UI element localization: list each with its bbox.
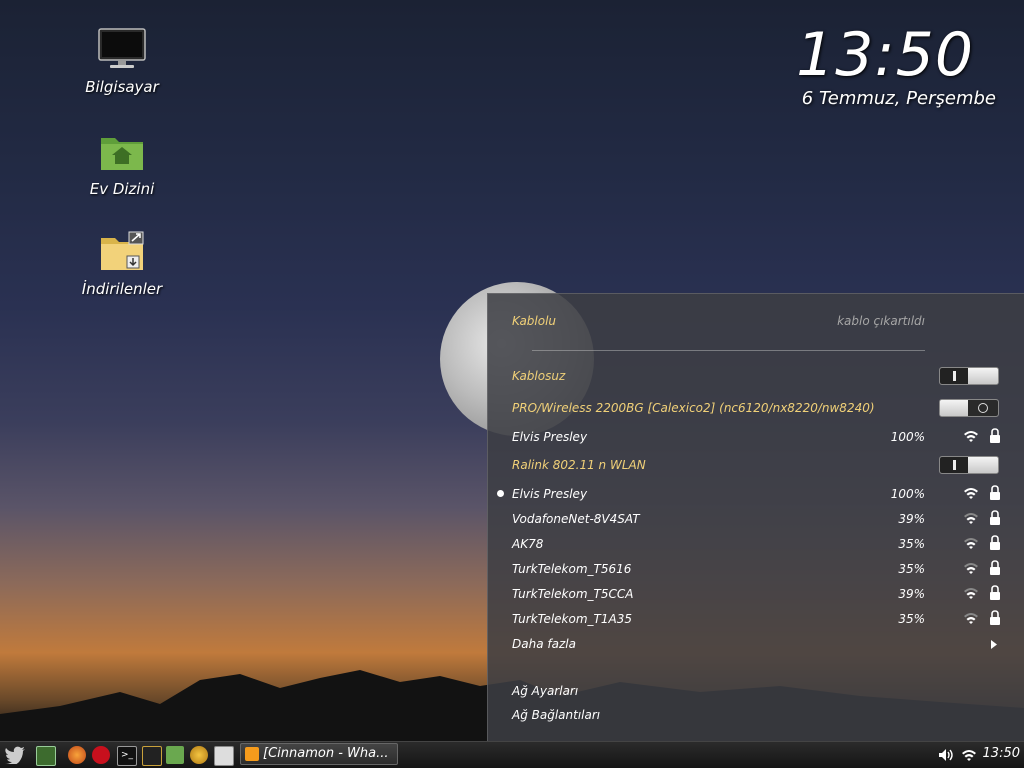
lock-icon: [990, 428, 1000, 443]
network-item[interactable]: Elvis Presley 100%: [512, 427, 1024, 447]
volume-icon[interactable]: [938, 748, 956, 762]
wireless-section[interactable]: Kablosuz: [512, 366, 1024, 386]
network-menu: Kablolu kablo çıkartıldı Kablosuz PRO/Wi…: [487, 293, 1024, 743]
screenshot-icon[interactable]: [214, 746, 234, 766]
desktop-icon-label: İndirilenler: [81, 280, 163, 298]
network-signal-percent: 100%: [890, 487, 925, 501]
window-app-icon: [245, 747, 259, 761]
wifi-signal-icon: [964, 431, 978, 442]
lock-icon: [990, 485, 1000, 500]
network-item[interactable]: TurkTelekom_T5616 35%: [512, 559, 1024, 579]
network-name: Elvis Presley: [512, 487, 588, 501]
network-name: Elvis Presley: [512, 430, 588, 444]
wifi-signal-icon: [964, 538, 978, 549]
network-item[interactable]: TurkTelekom_T5CCA 39%: [512, 584, 1024, 604]
network-name: VodafoneNet-8V4SAT: [512, 512, 640, 526]
lock-icon: [990, 610, 1000, 625]
adapter-ralink[interactable]: Ralink 802.11 n WLAN: [512, 455, 1024, 475]
more-label: Daha fazla: [512, 637, 576, 651]
twitter-icon[interactable]: [4, 746, 26, 764]
taskbar: >_ [Cinnamon - Wha... 13:50: [0, 741, 1024, 768]
adapter-label: PRO/Wireless 2200BG [Calexico2] (nc6120/…: [512, 401, 875, 415]
wifi-signal-icon: [964, 513, 978, 524]
desktop-icon-label: Bilgisayar: [85, 78, 159, 96]
wireless-toggle[interactable]: [939, 367, 999, 385]
wired-section[interactable]: Kablolu kablo çıkartıldı: [512, 311, 1024, 331]
network-item[interactable]: AK78 35%: [512, 534, 1024, 554]
network-signal-percent: 35%: [898, 537, 925, 551]
wifi-signal-icon: [964, 588, 978, 599]
wireless-label: Kablosuz: [512, 369, 566, 383]
network-settings-item[interactable]: Ağ Ayarları: [512, 681, 1024, 701]
network-signal-percent: 39%: [898, 587, 925, 601]
window-title: [Cinnamon - Wha...: [263, 746, 389, 761]
adapter-label: Ralink 802.11 n WLAN: [512, 458, 646, 472]
home-folder-icon: [101, 138, 143, 170]
menu-separator: [532, 350, 925, 351]
lock-icon: [990, 535, 1000, 550]
desktop-icon-computer[interactable]: Bilgisayar: [62, 28, 182, 96]
lock-icon: [990, 560, 1000, 575]
network-item[interactable]: VodafoneNet-8V4SAT 39%: [512, 509, 1024, 529]
network-signal-percent: 100%: [890, 430, 925, 444]
network-connections-item[interactable]: Ağ Bağlantıları: [512, 705, 1024, 725]
taskbar-window-button[interactable]: [Cinnamon - Wha...: [240, 743, 398, 765]
wifi-tray-icon[interactable]: [960, 748, 978, 762]
network-signal-percent: 35%: [898, 612, 925, 626]
wifi-signal-icon: [964, 613, 978, 624]
network-connections-label: Ağ Bağlantıları: [512, 708, 601, 722]
show-desktop-icon[interactable]: [36, 746, 56, 766]
network-item[interactable]: TurkTelekom_T1A35 35%: [512, 609, 1024, 629]
network-name: TurkTelekom_T1A35: [512, 612, 632, 626]
network-settings-label: Ağ Ayarları: [512, 684, 579, 698]
network-name: TurkTelekom_T5CCA: [512, 587, 634, 601]
downloads-folder-icon: [101, 231, 144, 270]
terminal-icon[interactable]: >_: [117, 746, 137, 766]
wired-label: Kablolu: [512, 314, 557, 328]
network-name: AK78: [512, 537, 544, 551]
clock-date: 6 Temmuz, Perşembe: [801, 88, 996, 109]
wifi-signal-icon: [964, 563, 978, 574]
desktop-icon-downloads[interactable]: İndirilenler: [62, 230, 182, 298]
lock-icon: [990, 510, 1000, 525]
files-icon[interactable]: [166, 746, 184, 764]
desktop-icon-home[interactable]: Ev Dizini: [62, 132, 182, 198]
desktop-icon-label: Ev Dizini: [89, 180, 155, 198]
opera-icon[interactable]: [92, 746, 110, 764]
chevron-right-icon: [991, 640, 997, 649]
computer-icon: [98, 28, 146, 68]
more-networks-item[interactable]: Daha fazla: [512, 634, 1024, 654]
wifi-signal-icon: [964, 488, 978, 499]
pidgin-icon[interactable]: [190, 746, 208, 764]
connected-indicator: [497, 490, 504, 497]
clock-desklet: 13:50 6 Temmuz, Perşembe: [796, 20, 996, 109]
network-signal-percent: 39%: [898, 512, 925, 526]
adapter-toggle[interactable]: [939, 399, 999, 417]
clock-time: 13:50: [796, 20, 974, 90]
adapter-toggle[interactable]: [939, 456, 999, 474]
system-monitor-icon[interactable]: [142, 746, 162, 766]
network-name: TurkTelekom_T5616: [512, 562, 632, 576]
network-signal-percent: 35%: [898, 562, 925, 576]
network-item-connected[interactable]: Elvis Presley 100%: [497, 484, 1024, 504]
wired-status: kablo çıkartıldı: [837, 314, 925, 328]
tray-clock[interactable]: 13:50: [983, 746, 1020, 761]
firefox-icon[interactable]: [68, 746, 86, 764]
lock-icon: [990, 585, 1000, 600]
adapter-pro-wireless[interactable]: PRO/Wireless 2200BG [Calexico2] (nc6120/…: [512, 398, 1024, 418]
